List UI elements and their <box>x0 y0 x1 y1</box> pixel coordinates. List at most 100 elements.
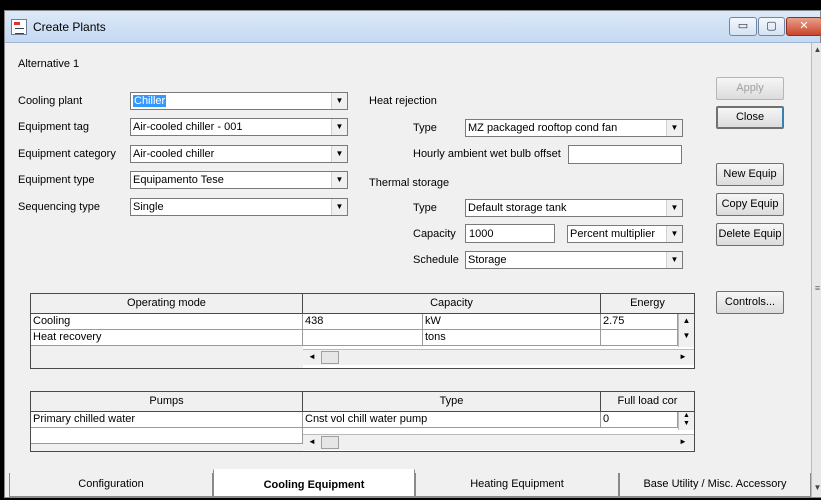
equipment-category-value: Air-cooled chiller <box>133 148 215 160</box>
equipment-tag-select[interactable]: Air-cooled chiller - 001 ▼ <box>130 118 348 136</box>
close-button[interactable]: Close <box>716 106 784 129</box>
equipment-tag-label: Equipment tag <box>18 121 89 133</box>
chevron-down-icon[interactable]: ▼ <box>331 119 347 135</box>
capacity-unit-select[interactable]: Percent multiplier ▼ <box>567 225 683 243</box>
equipment-category-select[interactable]: Air-cooled chiller ▼ <box>130 145 348 163</box>
alternative-label: Alternative 1 <box>18 58 80 70</box>
table-cell-mode[interactable]: Heat recovery <box>31 330 303 346</box>
tab-heating-equipment[interactable]: Heating Equipment <box>415 473 619 497</box>
app-icon <box>11 19 27 35</box>
storage-capacity-value: 1000 <box>469 228 494 240</box>
chevron-down-icon[interactable]: ▼ <box>666 120 682 136</box>
sequencing-type-value: Single <box>133 201 164 213</box>
capacity-label: Capacity <box>413 228 456 240</box>
apply-button[interactable]: Apply <box>716 77 784 100</box>
pumps-header: Pumps <box>31 392 303 412</box>
grid-vertical-scrollbar[interactable]: ▲ ▼ <box>678 314 694 347</box>
create-plants-window: Create Plants ▭ ▢ ✕ ▲ ≡ ▼ Alternative 1 … <box>4 10 821 498</box>
tab-cooling-equipment[interactable]: Cooling Equipment <box>213 469 415 497</box>
new-equip-button[interactable]: New Equip <box>716 163 784 186</box>
spin-down-icon[interactable]: ▼ <box>679 420 694 427</box>
chevron-down-icon[interactable]: ▼ <box>666 200 682 216</box>
window-scrollbar[interactable]: ▲ ≡ ▼ <box>811 43 821 497</box>
capacity-header: Capacity <box>303 294 601 314</box>
table-cell-mode[interactable]: Cooling <box>31 314 303 330</box>
cooling-plant-value: Chiller <box>133 95 167 107</box>
window-title: Create Plants <box>33 20 106 34</box>
tab-configuration[interactable]: Configuration <box>9 473 213 497</box>
chevron-down-icon[interactable]: ▼ <box>331 172 347 188</box>
scroll-down-icon[interactable]: ▼ <box>813 483 821 492</box>
cooling-plant-label: Cooling plant <box>18 95 83 107</box>
chevron-down-icon[interactable]: ▼ <box>331 93 347 109</box>
table-cell-unit[interactable]: tons <box>423 330 601 346</box>
pump-type-header: Type <box>303 392 601 412</box>
delete-equip-button[interactable]: Delete Equip <box>716 223 784 246</box>
heat-rejection-type-select[interactable]: MZ packaged rooftop cond fan ▼ <box>465 119 683 137</box>
copy-equip-button[interactable]: Copy Equip <box>716 193 784 216</box>
grid-filler <box>31 346 303 368</box>
table-cell-capacity[interactable] <box>303 330 423 346</box>
heat-rejection-heading: Heat rejection <box>369 95 437 107</box>
chevron-down-icon[interactable]: ▼ <box>331 146 347 162</box>
operating-mode-header: Operating mode <box>31 294 303 314</box>
minimize-button[interactable]: ▭ <box>729 17 757 36</box>
table-cell-energy[interactable]: 2.75 <box>601 314 678 330</box>
scroll-right-icon[interactable]: ► <box>676 435 690 449</box>
sequencing-type-select[interactable]: Single ▼ <box>130 198 348 216</box>
pumps-grid: Pumps Type Full load cor Primary chilled… <box>30 391 695 452</box>
spin-up-icon[interactable]: ▲ <box>679 412 694 419</box>
schedule-label: Schedule <box>413 254 459 266</box>
table-cell-full-load[interactable]: 0 <box>601 412 678 428</box>
title-bar: Create Plants ▭ ▢ ✕ <box>5 11 821 43</box>
grid-filler <box>31 444 303 451</box>
tab-strip: Configuration Cooling Equipment Heating … <box>5 469 811 499</box>
heat-rejection-type-label: Type <box>413 122 437 134</box>
schedule-select[interactable]: Storage ▼ <box>465 251 683 269</box>
table-cell-pump[interactable]: Primary chilled water <box>31 412 303 428</box>
full-load-header: Full load cor <box>601 392 694 412</box>
scroll-up-icon[interactable]: ▲ <box>813 45 821 54</box>
operating-mode-grid: Operating mode Capacity Energy Cooling 4… <box>30 293 695 369</box>
storage-capacity-input[interactable]: 1000 <box>465 224 555 243</box>
scroll-left-icon[interactable]: ◄ <box>305 435 319 449</box>
chevron-down-icon[interactable]: ▼ <box>331 199 347 215</box>
equipment-type-value: Equipamento Tese <box>133 174 224 186</box>
table-cell-pump[interactable] <box>31 428 303 444</box>
equipment-category-label: Equipment category <box>18 148 116 160</box>
schedule-value: Storage <box>468 254 507 266</box>
wet-bulb-offset-label: Hourly ambient wet bulb offset <box>413 148 561 160</box>
table-cell-unit[interactable]: kW <box>423 314 601 330</box>
cooling-plant-select[interactable]: Chiller ▼ <box>130 92 348 110</box>
sequencing-type-label: Sequencing type <box>18 201 100 213</box>
storage-type-label: Type <box>413 202 437 214</box>
scroll-right-icon[interactable]: ► <box>676 350 690 364</box>
scroll-thumb[interactable] <box>321 436 339 449</box>
capacity-unit-value: Percent multiplier <box>570 228 655 240</box>
pumps-spinner[interactable]: ▲ ▼ <box>678 412 694 430</box>
pumps-horizontal-scrollbar[interactable]: ◄ ► <box>303 434 694 450</box>
maximize-button[interactable]: ▢ <box>758 17 785 36</box>
table-cell-pump-type[interactable]: Cnst vol chill water pump <box>303 412 601 428</box>
energy-header: Energy <box>601 294 694 314</box>
wet-bulb-offset-input[interactable] <box>568 145 682 164</box>
controls-button[interactable]: Controls... <box>716 291 784 314</box>
thermal-storage-heading: Thermal storage <box>369 177 450 189</box>
close-window-button[interactable]: ✕ <box>786 17 821 36</box>
chevron-down-icon[interactable]: ▼ <box>666 252 682 268</box>
table-cell-energy[interactable] <box>601 330 678 346</box>
grid-horizontal-scrollbar[interactable]: ◄ ► <box>303 349 694 365</box>
scroll-thumb[interactable] <box>321 351 339 364</box>
scroll-up-icon[interactable]: ▲ <box>679 316 694 325</box>
storage-type-select[interactable]: Default storage tank ▼ <box>465 199 683 217</box>
equipment-type-label: Equipment type <box>18 174 95 186</box>
equipment-tag-value: Air-cooled chiller - 001 <box>133 121 243 133</box>
storage-type-value: Default storage tank <box>468 202 567 214</box>
scroll-left-icon[interactable]: ◄ <box>305 350 319 364</box>
chevron-down-icon[interactable]: ▼ <box>666 226 682 242</box>
tab-base-utility[interactable]: Base Utility / Misc. Accessory <box>619 473 811 497</box>
heat-rejection-type-value: MZ packaged rooftop cond fan <box>468 122 618 134</box>
table-cell-capacity[interactable]: 438 <box>303 314 423 330</box>
scroll-down-icon[interactable]: ▼ <box>679 331 694 340</box>
equipment-type-select[interactable]: Equipamento Tese ▼ <box>130 171 348 189</box>
